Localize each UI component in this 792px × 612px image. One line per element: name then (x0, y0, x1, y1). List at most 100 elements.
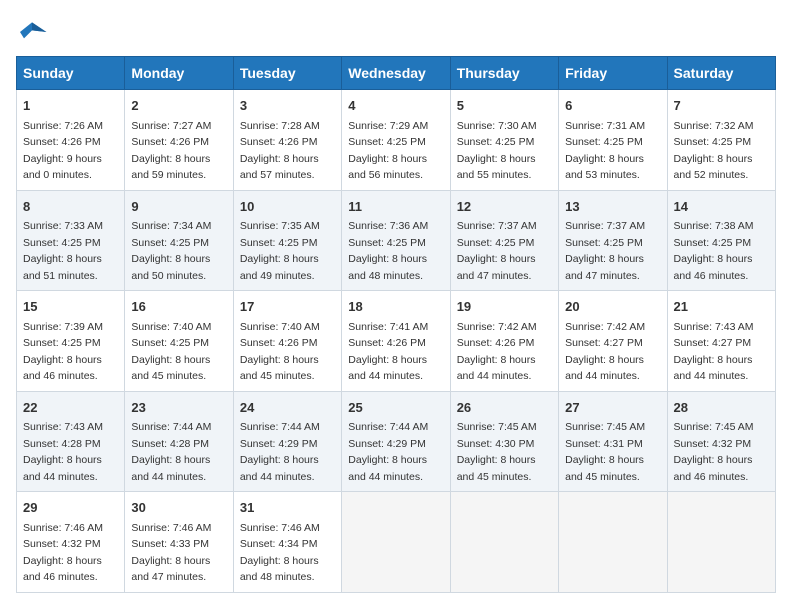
day-info: Sunrise: 7:42 AMSunset: 4:27 PMDaylight:… (565, 321, 645, 383)
day-number: 21 (674, 297, 769, 317)
day-number: 15 (23, 297, 118, 317)
calendar-cell: 20 Sunrise: 7:42 AMSunset: 4:27 PMDayligh… (559, 291, 667, 392)
day-number: 23 (131, 398, 226, 418)
day-info: Sunrise: 7:42 AMSunset: 4:26 PMDaylight:… (457, 321, 537, 383)
day-info: Sunrise: 7:45 AMSunset: 4:30 PMDaylight:… (457, 421, 537, 483)
day-info: Sunrise: 7:40 AMSunset: 4:26 PMDaylight:… (240, 321, 320, 383)
day-number: 5 (457, 96, 552, 116)
day-number: 10 (240, 197, 335, 217)
calendar-cell: 22 Sunrise: 7:43 AMSunset: 4:28 PMDayligh… (17, 391, 125, 492)
day-info: Sunrise: 7:28 AMSunset: 4:26 PMDaylight:… (240, 120, 320, 182)
day-number: 30 (131, 498, 226, 518)
week-row-5: 29 Sunrise: 7:46 AMSunset: 4:32 PMDayligh… (17, 492, 776, 593)
day-number: 19 (457, 297, 552, 317)
day-number: 16 (131, 297, 226, 317)
week-row-1: 1 Sunrise: 7:26 AMSunset: 4:26 PMDaylight… (17, 90, 776, 191)
day-number: 8 (23, 197, 118, 217)
day-info: Sunrise: 7:44 AMSunset: 4:29 PMDaylight:… (240, 421, 320, 483)
calendar-cell: 9Sunrise: 7:34 AMSunset: 4:25 PMDaylight… (125, 190, 233, 291)
day-number: 31 (240, 498, 335, 518)
day-info: Sunrise: 7:45 AMSunset: 4:31 PMDaylight:… (565, 421, 645, 483)
day-info: Sunrise: 7:39 AMSunset: 4:25 PMDaylight:… (23, 321, 103, 383)
calendar-cell: 16Sunrise: 7:40 AMSunset: 4:25 PMDayligh… (125, 291, 233, 392)
calendar-cell: 29 Sunrise: 7:46 AMSunset: 4:32 PMDayligh… (17, 492, 125, 593)
day-info: Sunrise: 7:29 AMSunset: 4:25 PMDaylight:… (348, 120, 428, 182)
week-row-4: 22 Sunrise: 7:43 AMSunset: 4:28 PMDayligh… (17, 391, 776, 492)
day-number: 18 (348, 297, 443, 317)
week-row-3: 15 Sunrise: 7:39 AMSunset: 4:25 PMDayligh… (17, 291, 776, 392)
calendar-cell: 13 Sunrise: 7:37 AMSunset: 4:25 PMDayligh… (559, 190, 667, 291)
day-number: 14 (674, 197, 769, 217)
header-saturday: Saturday (667, 57, 775, 90)
day-info: Sunrise: 7:46 AMSunset: 4:32 PMDaylight:… (23, 522, 103, 584)
calendar-cell (559, 492, 667, 593)
calendar-cell: 7 Sunrise: 7:32 AMSunset: 4:25 PMDaylight… (667, 90, 775, 191)
day-number: 6 (565, 96, 660, 116)
day-number: 1 (23, 96, 118, 116)
header-tuesday: Tuesday (233, 57, 341, 90)
calendar-cell: 19 Sunrise: 7:42 AMSunset: 4:26 PMDayligh… (450, 291, 558, 392)
day-number: 20 (565, 297, 660, 317)
day-number: 12 (457, 197, 552, 217)
day-info: Sunrise: 7:36 AMSunset: 4:25 PMDaylight:… (348, 220, 428, 282)
day-number: 13 (565, 197, 660, 217)
calendar-cell (667, 492, 775, 593)
day-number: 11 (348, 197, 443, 217)
calendar-cell: 6 Sunrise: 7:31 AMSunset: 4:25 PMDaylight… (559, 90, 667, 191)
day-number: 22 (23, 398, 118, 418)
day-info: Sunrise: 7:43 AMSunset: 4:27 PMDaylight:… (674, 321, 754, 383)
calendar-cell: 24 Sunrise: 7:44 AMSunset: 4:29 PMDayligh… (233, 391, 341, 492)
calendar-cell: 27 Sunrise: 7:45 AMSunset: 4:31 PMDayligh… (559, 391, 667, 492)
day-info: Sunrise: 7:46 AMSunset: 4:33 PMDaylight:… (131, 522, 211, 584)
header-sunday: Sunday (17, 57, 125, 90)
logo (16, 16, 52, 48)
day-info: Sunrise: 7:37 AMSunset: 4:25 PMDaylight:… (565, 220, 645, 282)
calendar-table: SundayMondayTuesdayWednesdayThursdayFrid… (16, 56, 776, 593)
day-info: Sunrise: 7:31 AMSunset: 4:25 PMDaylight:… (565, 120, 645, 182)
calendar-cell: 28 Sunrise: 7:45 AMSunset: 4:32 PMDayligh… (667, 391, 775, 492)
day-info: Sunrise: 7:43 AMSunset: 4:28 PMDaylight:… (23, 421, 103, 483)
calendar-header-row: SundayMondayTuesdayWednesdayThursdayFrid… (17, 57, 776, 90)
day-number: 24 (240, 398, 335, 418)
day-number: 28 (674, 398, 769, 418)
day-number: 17 (240, 297, 335, 317)
calendar-cell (342, 492, 450, 593)
day-number: 4 (348, 96, 443, 116)
calendar-cell: 4 Sunrise: 7:29 AMSunset: 4:25 PMDaylight… (342, 90, 450, 191)
page-header (16, 16, 776, 48)
day-info: Sunrise: 7:44 AMSunset: 4:28 PMDaylight:… (131, 421, 211, 483)
day-number: 7 (674, 96, 769, 116)
day-number: 27 (565, 398, 660, 418)
calendar-cell: 17 Sunrise: 7:40 AMSunset: 4:26 PMDayligh… (233, 291, 341, 392)
calendar-cell: 3 Sunrise: 7:28 AMSunset: 4:26 PMDaylight… (233, 90, 341, 191)
header-friday: Friday (559, 57, 667, 90)
day-number: 2 (131, 96, 226, 116)
header-wednesday: Wednesday (342, 57, 450, 90)
day-info: Sunrise: 7:33 AMSunset: 4:25 PMDaylight:… (23, 220, 103, 282)
day-number: 3 (240, 96, 335, 116)
calendar-cell: 1 Sunrise: 7:26 AMSunset: 4:26 PMDaylight… (17, 90, 125, 191)
day-info: Sunrise: 7:32 AMSunset: 4:25 PMDaylight:… (674, 120, 754, 182)
day-info: Sunrise: 7:27 AMSunset: 4:26 PMDaylight:… (131, 120, 211, 182)
calendar-cell: 15 Sunrise: 7:39 AMSunset: 4:25 PMDayligh… (17, 291, 125, 392)
day-number: 29 (23, 498, 118, 518)
calendar-cell: 31Sunrise: 7:46 AMSunset: 4:34 PMDayligh… (233, 492, 341, 593)
day-info: Sunrise: 7:26 AMSunset: 4:26 PMDaylight:… (23, 120, 103, 182)
calendar-cell: 14 Sunrise: 7:38 AMSunset: 4:25 PMDayligh… (667, 190, 775, 291)
day-info: Sunrise: 7:44 AMSunset: 4:29 PMDaylight:… (348, 421, 428, 483)
day-info: Sunrise: 7:45 AMSunset: 4:32 PMDaylight:… (674, 421, 754, 483)
day-info: Sunrise: 7:34 AMSunset: 4:25 PMDaylight:… (131, 220, 211, 282)
calendar-cell: 11 Sunrise: 7:36 AMSunset: 4:25 PMDayligh… (342, 190, 450, 291)
calendar-cell (450, 492, 558, 593)
calendar-cell: 10 Sunrise: 7:35 AMSunset: 4:25 PMDayligh… (233, 190, 341, 291)
day-info: Sunrise: 7:38 AMSunset: 4:25 PMDaylight:… (674, 220, 754, 282)
calendar-cell: 8 Sunrise: 7:33 AMSunset: 4:25 PMDaylight… (17, 190, 125, 291)
calendar-cell: 23 Sunrise: 7:44 AMSunset: 4:28 PMDayligh… (125, 391, 233, 492)
day-info: Sunrise: 7:37 AMSunset: 4:25 PMDaylight:… (457, 220, 537, 282)
day-number: 26 (457, 398, 552, 418)
header-thursday: Thursday (450, 57, 558, 90)
day-info: Sunrise: 7:35 AMSunset: 4:25 PMDaylight:… (240, 220, 320, 282)
logo-icon (16, 16, 48, 48)
calendar-cell: 2 Sunrise: 7:27 AMSunset: 4:26 PMDaylight… (125, 90, 233, 191)
calendar-cell: 5Sunrise: 7:30 AMSunset: 4:25 PMDaylight… (450, 90, 558, 191)
